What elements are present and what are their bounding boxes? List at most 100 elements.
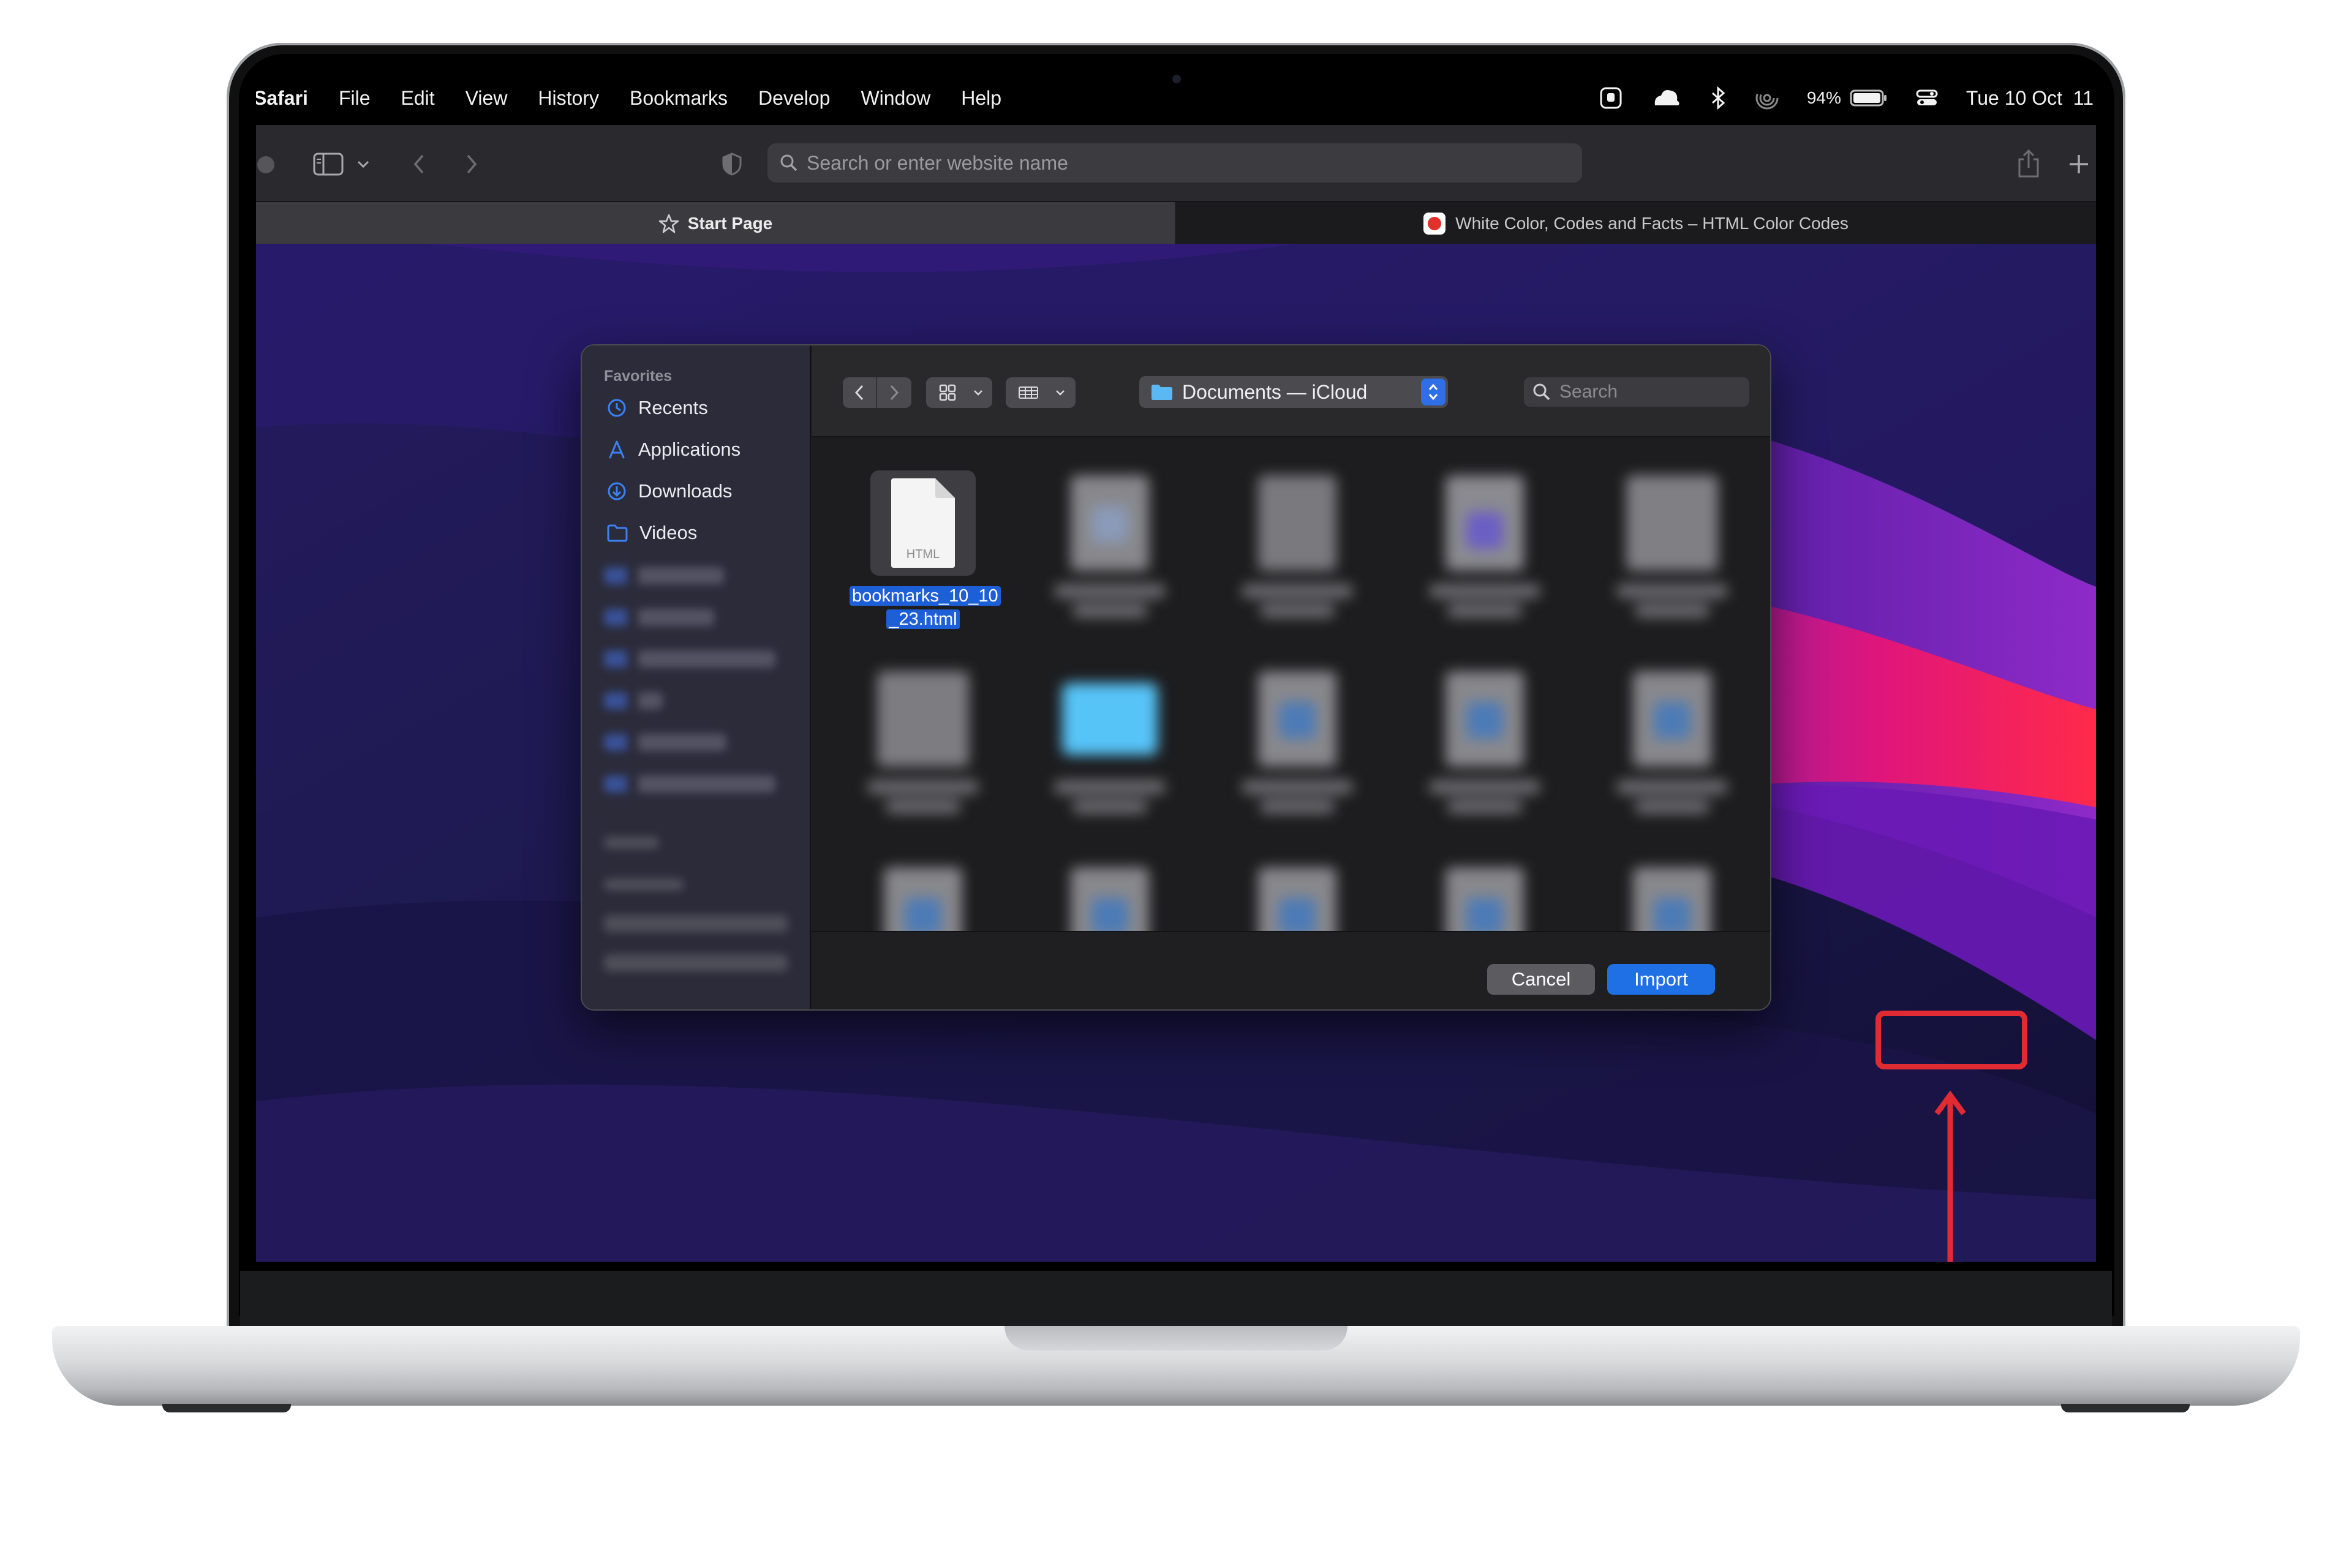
dialog-main: Documents — iCloud Search HTML bookmarks… xyxy=(812,345,1770,1009)
sidebar-section-blurred xyxy=(604,878,684,891)
group-by-button[interactable] xyxy=(1006,377,1076,408)
file-item-blurred[interactable] xyxy=(1599,862,1746,931)
favorites-heading: Favorites xyxy=(604,368,673,385)
sidebar-item-blurred[interactable] xyxy=(604,734,726,751)
menu-history[interactable]: History xyxy=(522,87,614,110)
file-type-label: HTML xyxy=(907,548,940,561)
sidebar-item-blurred[interactable] xyxy=(604,650,775,668)
address-placeholder: Search or enter website name xyxy=(807,151,1068,174)
back-button[interactable] xyxy=(843,377,877,408)
airdrop-icon[interactable] xyxy=(1754,85,1780,111)
menu-bar-left: Safari File Edit View History Bookmarks … xyxy=(256,71,1017,125)
control-center-icon[interactable] xyxy=(1915,86,1939,110)
address-bar[interactable]: Search or enter website name xyxy=(767,143,1582,183)
file-item-blurred[interactable] xyxy=(1224,470,1371,617)
file-item-blurred[interactable] xyxy=(1036,470,1183,617)
chevron-right-icon xyxy=(890,385,899,401)
menu-edit[interactable]: Edit xyxy=(386,87,450,110)
file-item-blurred[interactable] xyxy=(1036,862,1183,931)
site-favicon-icon xyxy=(1423,213,1446,235)
battery-percent: 94% xyxy=(1806,88,1841,107)
menu-app-name[interactable]: Safari xyxy=(256,87,323,110)
sidebar-item-label: Applications xyxy=(638,439,741,460)
window-close-dot[interactable] xyxy=(257,156,274,173)
file-grid: HTML bookmarks_10_10 _23.html xyxy=(812,439,1770,931)
applications-icon xyxy=(609,440,625,459)
cancel-button[interactable]: Cancel xyxy=(1487,964,1595,995)
file-item-blurred[interactable] xyxy=(1411,666,1558,813)
file-item-blurred[interactable] xyxy=(1599,666,1746,813)
battery-status[interactable]: 94% xyxy=(1807,88,1888,108)
menu-help[interactable]: Help xyxy=(946,87,1017,110)
view-mode-button[interactable] xyxy=(926,377,992,408)
sidebar-section-blurred xyxy=(604,837,659,849)
file-name-line-1: bookmarks_10_10 xyxy=(850,586,1001,606)
file-name: bookmarks_10_10 _23.html xyxy=(850,584,1001,631)
tab-start-page[interactable]: Start Page xyxy=(256,202,1175,245)
file-item-blurred[interactable] xyxy=(850,666,997,813)
folder-icon xyxy=(1152,385,1172,400)
laptop-foot-right xyxy=(2061,1404,2190,1412)
folder-icon xyxy=(607,524,628,542)
folder-item-blurred[interactable] xyxy=(1036,666,1183,813)
search-icon xyxy=(780,154,797,172)
location-popup[interactable]: Documents — iCloud xyxy=(1139,376,1448,408)
file-item-blurred[interactable] xyxy=(1224,666,1371,813)
forward-icon[interactable] xyxy=(464,153,479,178)
menu-clock[interactable]: Tue 10 Oct 11 xyxy=(1966,87,2094,110)
menu-bookmarks[interactable]: Bookmarks xyxy=(614,87,743,110)
sidebar-item-downloads[interactable]: Downloads xyxy=(606,480,732,502)
menu-develop[interactable]: Develop xyxy=(743,87,845,110)
nav-buttons xyxy=(843,377,911,408)
sidebar-item-blurred[interactable] xyxy=(604,915,788,932)
sidebar-item-recents[interactable]: Recents xyxy=(606,397,708,419)
import-button[interactable]: Import xyxy=(1607,964,1715,995)
lid-opening-notch xyxy=(1005,1326,1348,1351)
file-item-blurred[interactable] xyxy=(1411,862,1558,931)
search-icon xyxy=(1533,383,1550,401)
icon-grid-icon xyxy=(939,384,956,401)
screen-share-icon[interactable] xyxy=(1599,86,1623,110)
sidebar-item-label: Videos xyxy=(639,522,698,543)
sidebar-item-videos[interactable]: Videos xyxy=(606,522,697,544)
back-icon[interactable] xyxy=(412,153,426,178)
share-icon[interactable] xyxy=(2016,148,2041,182)
dialog-sidebar: Favorites Recents Applications Downloads… xyxy=(582,345,811,1009)
dialog-search-field[interactable]: Search xyxy=(1524,377,1749,407)
menu-view[interactable]: View xyxy=(450,87,523,110)
tab-label: Start Page xyxy=(687,214,773,233)
file-item-blurred[interactable] xyxy=(1599,470,1746,617)
browser-toolbar: Search or enter website name xyxy=(256,125,2096,201)
menu-file[interactable]: File xyxy=(323,87,386,110)
file-name-line-2: _23.html xyxy=(886,609,960,629)
sidebar-item-label: Recents xyxy=(638,397,708,418)
bluetooth-icon[interactable] xyxy=(1709,86,1727,110)
chevron-down-icon xyxy=(974,390,982,396)
search-placeholder: Search xyxy=(1559,382,1618,402)
tab-html-color-codes[interactable]: White Color, Codes and Facts – HTML Colo… xyxy=(1176,202,2096,245)
star-icon xyxy=(658,214,679,233)
file-item-blurred[interactable] xyxy=(850,862,997,931)
sidebar-item-blurred[interactable] xyxy=(604,775,775,793)
file-item-blurred[interactable] xyxy=(1224,862,1371,931)
battery-icon xyxy=(1850,89,1887,107)
laptop-foot-left xyxy=(162,1404,291,1412)
dialog-footer: Cancel Import xyxy=(812,931,1770,1009)
cloud-app-icon[interactable] xyxy=(1650,86,1682,110)
file-item-blurred[interactable] xyxy=(1411,470,1558,617)
sidebar-item-blurred[interactable] xyxy=(604,692,663,709)
forward-button[interactable] xyxy=(877,377,911,408)
laptop-chin xyxy=(240,1271,2112,1326)
privacy-shield-icon[interactable] xyxy=(722,152,742,179)
import-highlight-box xyxy=(1875,1011,2027,1069)
chevron-down-icon[interactable] xyxy=(356,158,370,173)
annotation-arrow-icon xyxy=(1934,1090,1966,1262)
sidebar-item-blurred[interactable] xyxy=(604,609,714,626)
menu-window[interactable]: Window xyxy=(845,87,946,110)
sidebar-toggle-icon[interactable] xyxy=(312,152,344,179)
new-tab-icon[interactable] xyxy=(2068,153,2090,178)
file-item-bookmarks-html[interactable]: HTML bookmarks_10_10 _23.html xyxy=(850,470,1001,631)
sidebar-item-blurred[interactable] xyxy=(604,567,724,584)
sidebar-item-blurred[interactable] xyxy=(604,954,788,971)
sidebar-item-applications[interactable]: Applications xyxy=(606,439,741,461)
